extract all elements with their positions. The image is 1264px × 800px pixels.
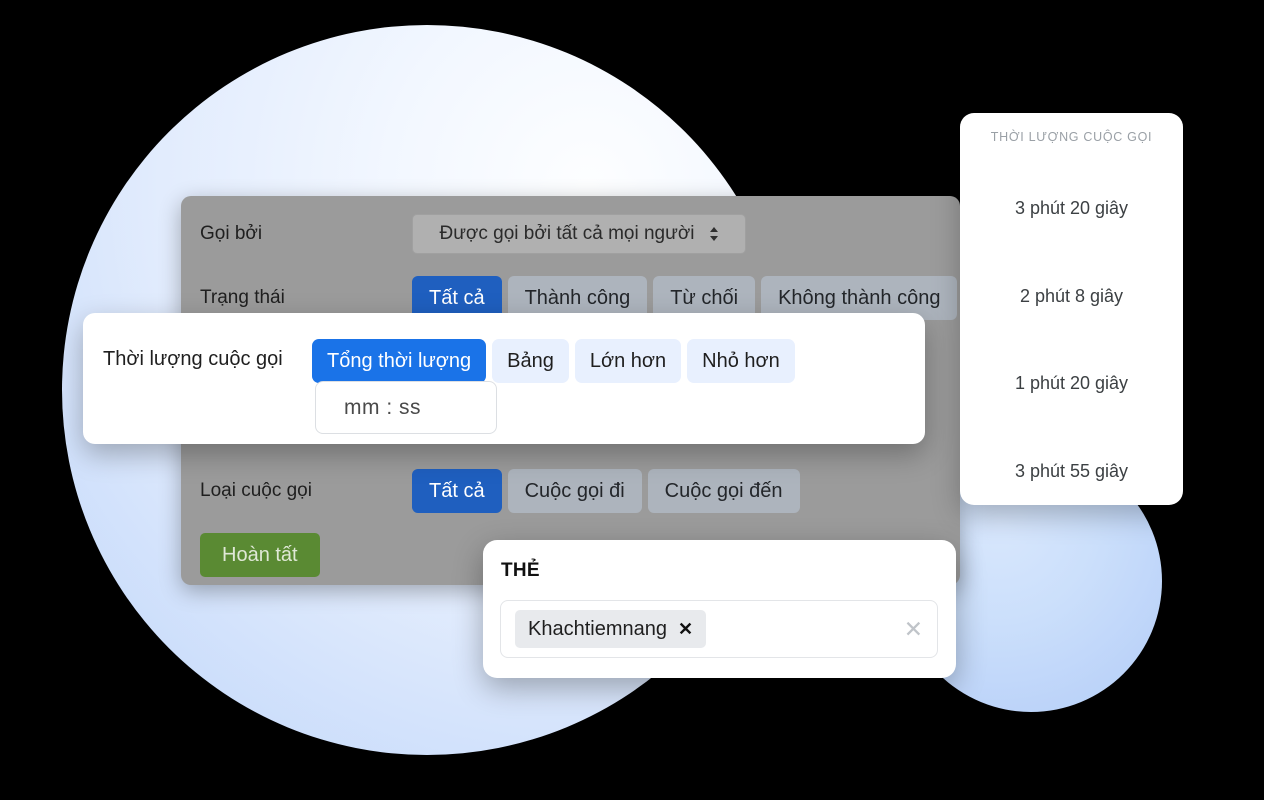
called-by-label: Gọi bởi (200, 223, 263, 244)
tag-chip[interactable]: Khachtiemnang ✕ (515, 610, 707, 648)
duration-time-input[interactable]: mm : ss (315, 381, 497, 434)
called-by-select[interactable]: Được gọi bởi tất cả mọi người (412, 214, 746, 254)
duration-option-less[interactable]: Nhỏ hơn (687, 339, 795, 383)
duration-option-equal[interactable]: Bảng (492, 339, 569, 383)
list-item[interactable]: 3 phút 20 giây (960, 165, 1183, 253)
submit-button[interactable]: Hoàn tất (200, 533, 320, 577)
duration-option-greater[interactable]: Lớn hơn (574, 339, 682, 383)
duration-option-total[interactable]: Tổng thời lượng (312, 339, 487, 383)
list-item[interactable]: 1 phút 20 giây (960, 340, 1183, 428)
tags-card-title: THẺ (501, 560, 540, 581)
call-type-option-all[interactable]: Tất cả (412, 469, 502, 513)
clear-tags-icon[interactable]: ✕ (904, 617, 923, 641)
list-item[interactable]: 3 phút 55 giây (960, 428, 1183, 506)
filter-row-call-type: Loại cuộc gọi Tất cả Cuộc gọi đi Cuộc gọ… (200, 465, 940, 517)
screenshot-root: Gọi bởi Được gọi bởi tất cả mọi người Tr… (0, 0, 1264, 800)
tags-card: THẺ Khachtiemnang ✕ ✕ (483, 540, 956, 678)
tag-remove-icon[interactable]: ✕ (678, 620, 693, 638)
call-type-label: Loại cuộc gọi (200, 480, 312, 501)
status-label: Trạng thái (200, 287, 285, 308)
duration-list: 3 phút 20 giây 2 phút 8 giây 1 phút 20 g… (960, 165, 1183, 505)
call-type-segmented-control: Tất cả Cuộc gọi đi Cuộc gọi đến (412, 469, 800, 513)
call-duration-card: Thời lượng cuộc gọi Tổng thời lượng Bảng… (83, 313, 925, 444)
list-item[interactable]: 2 phút 8 giây (960, 253, 1183, 341)
duration-list-card: THỜI LƯỢNG CUỘC GỌI 3 phút 20 giây 2 phú… (960, 113, 1183, 505)
call-type-option-outgoing[interactable]: Cuộc gọi đi (507, 469, 642, 513)
call-duration-label: Thời lượng cuộc gọi (103, 348, 283, 370)
called-by-select-value: Được gọi bởi tất cả mọi người (439, 223, 695, 244)
call-duration-segmented-control: Tổng thời lượng Bảng Lớn hơn Nhỏ hơn (312, 339, 795, 383)
tag-chip-label: Khachtiemnang (528, 617, 667, 640)
call-type-option-incoming[interactable]: Cuộc gọi đến (647, 469, 800, 513)
tags-input[interactable]: Khachtiemnang ✕ ✕ (500, 600, 938, 658)
stepper-updown-icon (709, 226, 719, 242)
filter-row-called-by: Gọi bởi Được gọi bởi tất cả mọi người (200, 210, 940, 258)
duration-list-header: THỜI LƯỢNG CUỘC GỌI (990, 130, 1153, 144)
